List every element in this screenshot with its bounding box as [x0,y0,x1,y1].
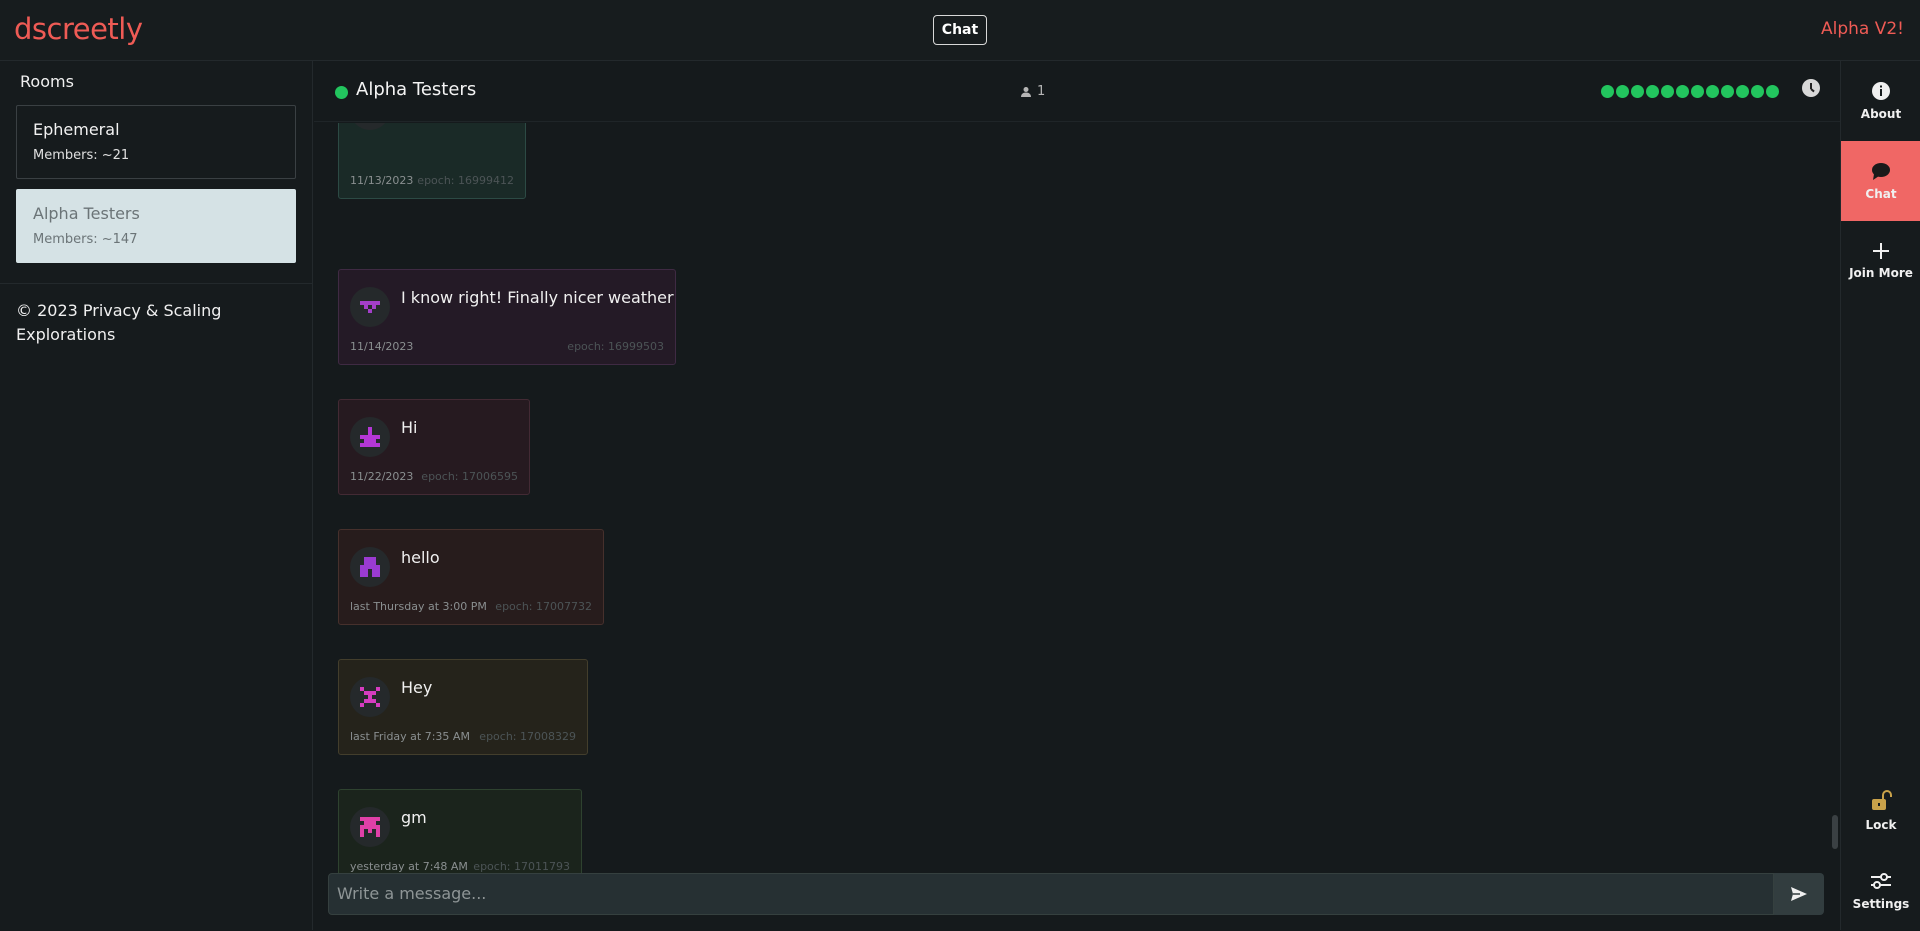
message-item: 11/13/2023 epoch: 16999412 [338,123,526,199]
identicon-avatar [350,123,390,130]
nav-settings[interactable]: Settings [1841,851,1920,931]
epoch-dot [1646,84,1659,98]
nav-settings-label: Settings [1852,897,1910,911]
message-time: 11/13/2023 [350,174,414,187]
message-item: gm yesterday at 7:48 AM epoch: 17011793 [338,789,582,885]
epoch-dot [1736,84,1749,98]
room-name: Ephemeral [33,120,120,139]
epoch-dot [1661,84,1674,98]
top-header: dscreetly Chat Alpha V2! [0,0,1920,61]
clock-icon[interactable] [1802,79,1820,97]
right-nav: About Chat Join More Lock Settings [1840,61,1920,930]
nav-about-label: About [1860,107,1902,121]
identicon-avatar [350,287,390,327]
message-epoch: epoch: 16999412 [417,174,514,187]
nav-join-more[interactable]: Join More [1841,221,1920,301]
message-epoch: epoch: 16999503 [567,340,664,353]
message-item: I know right! Finally nicer weather 11/1… [338,269,676,365]
chat-main: Alpha Testers 1 11/13/2023 epoch: 169994… [314,61,1840,930]
epoch-dot [1601,84,1614,98]
message-epoch: epoch: 17011793 [473,860,570,873]
message-item: hello last Thursday at 3:00 PM epoch: 17… [338,529,604,625]
message-epoch: epoch: 17008329 [479,730,576,743]
room-members: Members: ~147 [33,232,138,247]
message-text: gm [401,808,427,827]
epoch-dot [1706,84,1719,98]
identicon-avatar [350,417,390,457]
rooms-sidebar: Rooms Ephemeral Members: ~21 Alpha Teste… [0,61,313,930]
app-logo[interactable]: dscreetly [14,12,143,46]
message-epoch: epoch: 17007732 [495,600,592,613]
nav-about[interactable]: About [1841,61,1920,141]
message-text: hello [401,548,440,567]
epoch-dot [1751,84,1764,98]
room-members: Members: ~21 [33,148,130,163]
epoch-dot [1766,84,1779,98]
message-item: Hi 11/22/2023 epoch: 17006595 [338,399,530,495]
version-label: Alpha V2! [1821,19,1904,39]
room-alpha-testers[interactable]: Alpha Testers Members: ~147 [16,189,296,263]
chat-bubble-icon [1872,163,1890,180]
epoch-dot [1631,84,1644,98]
user-icon [1021,86,1031,97]
epoch-dot [1616,84,1629,98]
identicon-avatar [350,807,390,847]
sidebar-divider [0,283,313,284]
message-list[interactable]: 11/13/2023 epoch: 16999412 I know right!… [314,123,1840,913]
send-icon [1791,887,1807,901]
copyright-text: © 2023 Privacy & Scaling Explorations [16,301,222,344]
user-count-value: 1 [1037,84,1046,99]
epoch-dot [1721,84,1734,98]
message-item: Hey last Friday at 7:35 AM epoch: 170083… [338,659,588,755]
nav-chat[interactable]: Chat [1841,141,1920,221]
nav-lock[interactable]: Lock [1841,771,1920,851]
message-time: 11/14/2023 [350,340,414,353]
room-name: Alpha Testers [33,204,140,223]
room-title: Alpha Testers [356,79,477,100]
epoch-indicator [1601,79,1779,103]
info-icon [1872,82,1890,100]
message-composer [328,873,1824,915]
room-ephemeral[interactable]: Ephemeral Members: ~21 [16,105,296,179]
message-time: last Friday at 7:35 AM [350,730,470,743]
chat-button[interactable]: Chat [933,15,987,45]
message-input[interactable] [328,873,1774,915]
message-time: yesterday at 7:48 AM [350,860,468,873]
epoch-dot [1691,84,1704,98]
message-text: Hi [401,418,418,437]
user-count: 1 [1020,84,1045,99]
online-status-dot [335,86,348,99]
message-text: Hey [401,678,433,697]
nav-chat-label: Chat [1865,187,1897,201]
identicon-avatar [350,677,390,717]
identicon-avatar [350,547,390,587]
nav-lock-label: Lock [1865,818,1897,832]
unlock-icon [1872,790,1892,810]
room-header: Alpha Testers 1 [314,61,1840,122]
scrollbar-thumb[interactable] [1832,815,1838,849]
message-time: last Thursday at 3:00 PM [350,600,487,613]
nav-join-more-label: Join More [1849,266,1913,280]
epoch-dot [1676,84,1689,98]
rooms-heading: Rooms [20,72,74,91]
sliders-icon [1871,873,1891,889]
message-text: I know right! Finally nicer weather [401,288,674,307]
message-epoch: epoch: 17006595 [421,470,518,483]
send-button[interactable] [1774,873,1824,915]
message-time: 11/22/2023 [350,470,414,483]
plus-icon [1873,243,1889,259]
